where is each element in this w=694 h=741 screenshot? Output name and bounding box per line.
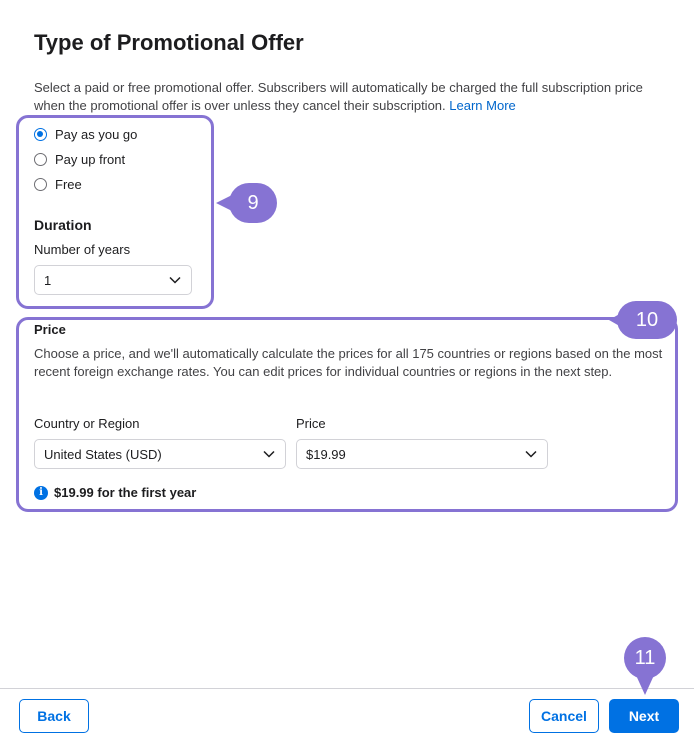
- radio-label: Free: [55, 177, 82, 192]
- duration-title: Duration: [34, 217, 92, 233]
- radio-pay-up-front[interactable]: Pay up front: [34, 152, 125, 167]
- price-summary-text: $19.99 for the first year: [54, 485, 197, 500]
- cancel-button[interactable]: Cancel: [529, 699, 599, 733]
- page-description: Select a paid or free promotional offer.…: [34, 79, 664, 115]
- select-value: $19.99: [306, 446, 346, 462]
- chevron-down-icon: [169, 276, 181, 284]
- chevron-down-icon: [263, 450, 275, 458]
- select-value: 1: [44, 272, 52, 288]
- radio-free[interactable]: Free: [34, 177, 82, 192]
- country-label: Country or Region: [34, 416, 140, 431]
- radio-button-checked[interactable]: [34, 128, 47, 141]
- callout-badge: 10: [609, 301, 677, 339]
- price-section-title: Price: [34, 322, 66, 337]
- back-button[interactable]: Back: [19, 699, 89, 733]
- select-value: United States (USD): [44, 446, 162, 462]
- callout-badge: 11: [624, 637, 666, 695]
- price-select[interactable]: $19.99: [296, 439, 548, 469]
- footer-divider: [0, 688, 694, 689]
- price-summary: i $19.99 for the first year: [34, 485, 196, 500]
- page-title: Type of Promotional Offer: [34, 30, 304, 55]
- radio-label: Pay as you go: [55, 127, 138, 142]
- radio-button[interactable]: [34, 178, 47, 191]
- chevron-down-icon: [525, 450, 537, 458]
- learn-more-link[interactable]: Learn More: [449, 98, 515, 113]
- callout-badge: 9: [216, 183, 277, 223]
- number-of-years-label: Number of years: [34, 242, 131, 257]
- info-icon: i: [34, 485, 48, 500]
- radio-pay-as-you-go[interactable]: Pay as you go: [34, 127, 137, 142]
- radio-label: Pay up front: [55, 152, 126, 167]
- number-of-years-select[interactable]: 1: [34, 265, 192, 295]
- description-text: Select a paid or free promotional offer.…: [34, 80, 643, 113]
- country-select[interactable]: United States (USD): [34, 439, 286, 469]
- price-description: Choose a price, and we'll automatically …: [34, 346, 663, 379]
- price-label: Price: [296, 416, 326, 431]
- next-button[interactable]: Next: [609, 699, 679, 733]
- radio-button[interactable]: [34, 153, 47, 166]
